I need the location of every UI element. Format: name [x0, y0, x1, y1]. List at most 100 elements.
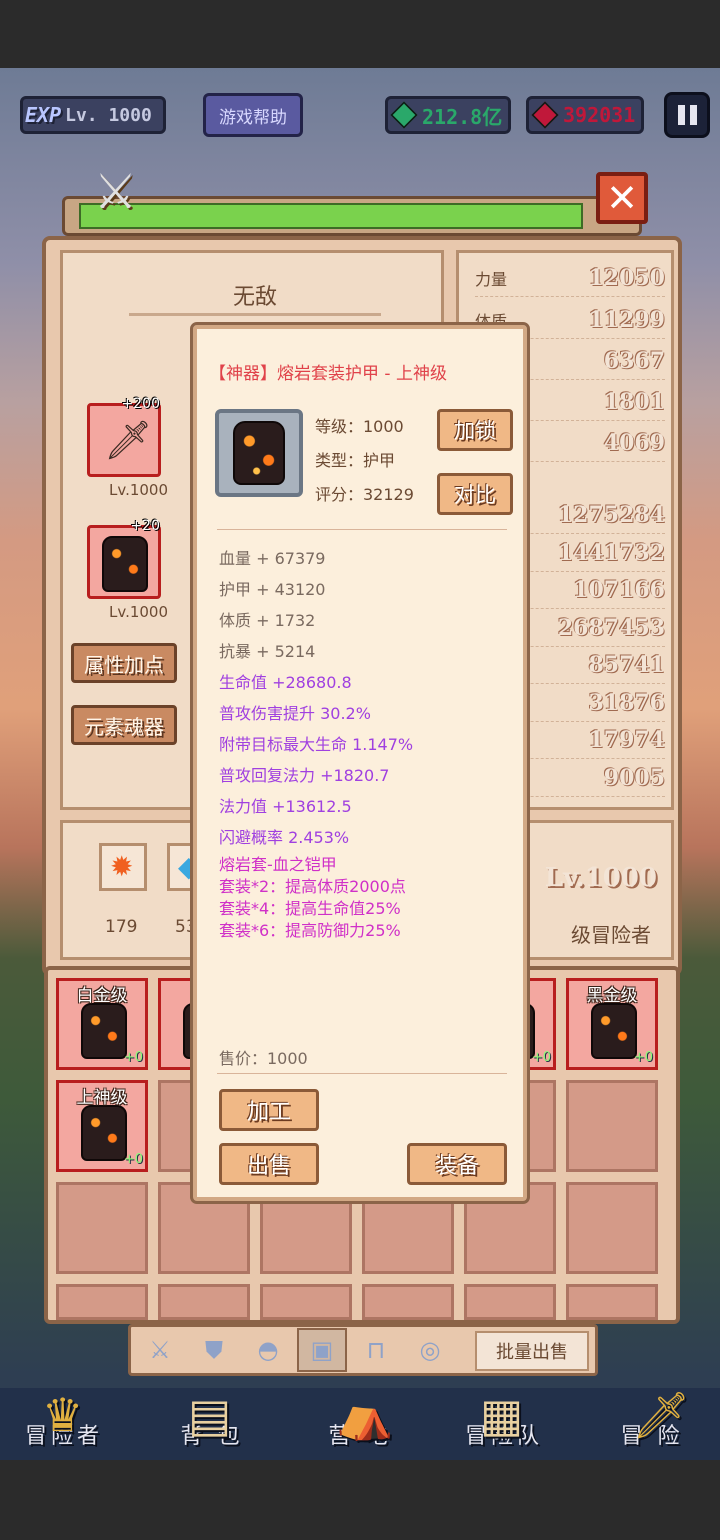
- base-stat: 抗暴 + 5214: [219, 642, 316, 661]
- item-detail-popup: 【神器】熔岩套装护甲 - 上神级 等级：1000 类型：护甲 评分：32129 …: [190, 322, 530, 1204]
- weapon-level: Lv.1000: [109, 481, 169, 499]
- equipment-category-tabs: ⚔ ⛊ ◓ ▣ ⊓ ◎ 批量出售: [128, 1324, 598, 1376]
- empty-slot[interactable]: [158, 1284, 250, 1320]
- nav-party[interactable]: ▦ 冒险队: [444, 1388, 564, 1450]
- extra-stat: 普攻伤害提升 30.2%: [219, 704, 371, 723]
- empty-slot[interactable]: [566, 1080, 658, 1172]
- item-tier: 白金级: [76, 986, 128, 1006]
- divider: [217, 529, 507, 530]
- armor-plus: +20: [130, 518, 160, 534]
- crossed-swords-icon: ⚔: [94, 164, 138, 220]
- armor-icon: [233, 421, 285, 485]
- exp-level-box: EXP Lv. 1000: [20, 96, 166, 134]
- shield-icon: ⛊: [205, 1336, 223, 1364]
- tab-boots[interactable]: ⊓: [351, 1328, 401, 1372]
- sell-price: 售价：1000: [219, 1049, 308, 1068]
- tab-helmet[interactable]: ◓: [243, 1328, 293, 1372]
- empty-slot[interactable]: [362, 1284, 454, 1320]
- inventory-item[interactable]: 上神级 +0: [56, 1080, 148, 1172]
- tab-shield[interactable]: ⛊: [189, 1328, 239, 1372]
- set-bonus: 套装*4：提高生命值25%: [219, 899, 401, 918]
- empty-slot[interactable]: [566, 1284, 658, 1320]
- close-button[interactable]: ✕: [596, 172, 648, 224]
- stat-value: 31876: [588, 689, 665, 716]
- crown-icon: ♛: [42, 1388, 88, 1442]
- extra-stat: 法力值 +13612.5: [219, 797, 352, 816]
- stat-value: 1801: [603, 388, 665, 415]
- fire-essence-icon[interactable]: ✹: [99, 843, 147, 891]
- empty-slot[interactable]: [464, 1284, 556, 1320]
- stat-row: 力量 12050: [475, 259, 665, 297]
- armor-slot[interactable]: +20: [87, 518, 161, 599]
- armor-icon: [81, 1105, 127, 1161]
- sword-icon: 🗡: [632, 1388, 695, 1442]
- nav-adventurer[interactable]: ♛ 冒险者: [4, 1388, 124, 1450]
- item-plus: +0: [123, 1152, 143, 1167]
- bottom-navigation: ♛ 冒险者 ▤ 背 包 ⛺ 营 地 ▦ 冒险队 🗡 冒 险: [0, 1388, 720, 1460]
- empty-slot[interactable]: [566, 1182, 658, 1274]
- process-button[interactable]: 加工: [219, 1089, 319, 1131]
- equip-button[interactable]: 装备: [407, 1143, 507, 1185]
- empty-slot[interactable]: [260, 1284, 352, 1320]
- base-stat: 护甲 + 43120: [219, 580, 326, 599]
- boots-icon: ⊓: [366, 1336, 386, 1364]
- set-bonus: 套装*2：提高体质2000点: [219, 877, 406, 896]
- stat-label: 力量: [475, 269, 508, 289]
- green-gem-counter: 212.8亿: [385, 96, 511, 134]
- batch-sell-button[interactable]: 批量出售: [475, 1331, 589, 1371]
- stat-value: 2687453: [557, 614, 665, 641]
- armor-icon: ▣: [310, 1336, 334, 1364]
- base-stat: 血量 + 67379: [219, 549, 326, 568]
- item-plus: +0: [123, 1050, 143, 1065]
- pause-button[interactable]: [664, 92, 710, 138]
- extra-stat: 附带目标最大生命 1.147%: [219, 735, 414, 754]
- game-help-button[interactable]: 游戏帮助: [203, 93, 303, 137]
- item-plus: +0: [531, 1050, 551, 1065]
- extra-stat: 闪避概率 2.453%: [219, 828, 350, 847]
- item-type: 类型：护甲: [315, 451, 396, 470]
- red-gem-icon: [531, 101, 559, 129]
- lock-button[interactable]: 加锁: [437, 409, 513, 451]
- adventurer-rank: 级冒险者: [571, 923, 651, 947]
- title-divider: [129, 313, 381, 316]
- tab-weapon[interactable]: ⚔: [135, 1328, 185, 1372]
- set-name: 熔岩套-血之铠甲: [219, 855, 337, 874]
- armor-icon: [591, 1003, 637, 1059]
- stat-value: 6367: [603, 347, 665, 374]
- camp-icon: ⛺: [336, 1388, 398, 1442]
- stat-value: 4069: [603, 429, 665, 456]
- empty-slot[interactable]: [56, 1284, 148, 1320]
- item-plus: +0: [633, 1050, 653, 1065]
- compare-button[interactable]: 对比: [437, 473, 513, 515]
- nav-camp[interactable]: ⛺ 营 地: [300, 1388, 420, 1450]
- armor-icon: [102, 536, 148, 592]
- inventory-item[interactable]: 黑金级 +0: [566, 978, 658, 1070]
- stat-value: 107166: [573, 576, 665, 603]
- attribute-points-button[interactable]: 属性加点: [71, 643, 177, 683]
- fire-essence-count: 179: [105, 917, 138, 937]
- ring-icon: ◎: [419, 1336, 441, 1364]
- tab-armor[interactable]: ▣: [297, 1328, 347, 1372]
- stat-value: 1441732: [557, 539, 665, 566]
- base-stat: 体质 + 1732: [219, 611, 316, 630]
- item-icon-frame: [215, 409, 303, 497]
- sell-button[interactable]: 出售: [219, 1143, 319, 1185]
- green-gem-value: 212.8亿: [422, 104, 503, 129]
- set-bonus: 套装*6：提高防御力25%: [219, 921, 401, 940]
- extra-stat: 生命值 +28680.8: [219, 673, 352, 692]
- element-soul-button[interactable]: 元素魂器: [71, 705, 177, 745]
- adventurer-level: Lv.1000: [544, 863, 657, 893]
- empty-slot[interactable]: [56, 1182, 148, 1274]
- exp-tag: EXP: [25, 103, 62, 127]
- green-gem-icon: [390, 101, 418, 129]
- hero-title: 无敌: [232, 285, 277, 310]
- armor-icon: [81, 1003, 127, 1059]
- pause-icon: [677, 105, 685, 125]
- nav-adventure[interactable]: 🗡 冒 险: [592, 1388, 712, 1450]
- inventory-item[interactable]: 白金级 +0: [56, 978, 148, 1070]
- player-level: Lv. 1000: [65, 104, 152, 126]
- weapon-plus: +200: [121, 396, 160, 412]
- nav-backpack[interactable]: ▤ 背 包: [152, 1388, 272, 1450]
- tab-ring[interactable]: ◎: [405, 1328, 455, 1372]
- weapon-slot[interactable]: +200 🗡: [87, 396, 161, 477]
